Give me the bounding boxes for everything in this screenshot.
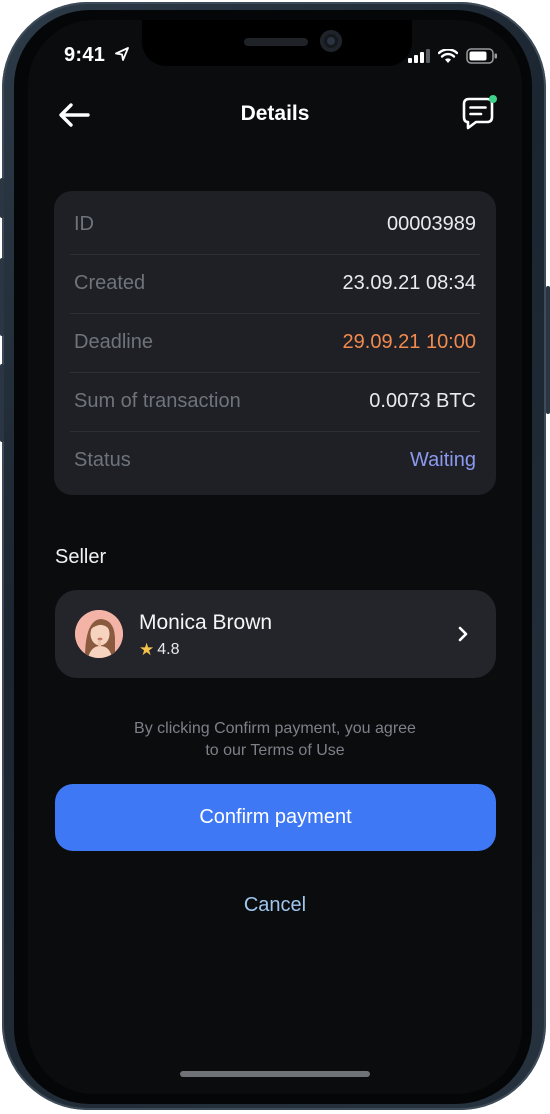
- side-button-power: [546, 286, 550, 414]
- page-title: Details: [240, 102, 310, 125]
- battery-icon: [466, 48, 497, 64]
- star-icon: ★: [139, 640, 155, 659]
- status-time: 9:41: [64, 44, 106, 66]
- front-camera: [320, 30, 342, 52]
- detail-row-status: Status Waiting: [74, 431, 476, 490]
- status-indicators: [408, 48, 498, 64]
- side-button-volume-up: [0, 258, 4, 336]
- deadline-value: 29.09.21 10:00: [342, 331, 476, 353]
- detail-label: Created: [74, 272, 146, 294]
- detail-value: 00003989: [387, 213, 476, 235]
- home-indicator[interactable]: [180, 1071, 370, 1077]
- detail-value: 23.09.21 08:34: [342, 272, 476, 294]
- notch: [142, 20, 412, 66]
- detail-label: ID: [74, 213, 94, 235]
- seller-card[interactable]: Monica Brown ★ 4.8: [55, 590, 496, 678]
- detail-label: Status: [74, 449, 131, 471]
- side-button-silent: [0, 178, 4, 218]
- seller-rating: ★ 4.8: [139, 640, 180, 660]
- detail-row-created: Created 23.09.21 08:34: [74, 254, 476, 313]
- wifi-icon: [438, 48, 458, 63]
- detail-value: 0.0073 BTC: [369, 390, 476, 412]
- transaction-details-card: ID 00003989 Created 23.09.21 08:34 Deadl…: [54, 191, 496, 495]
- detail-label: Deadline: [74, 331, 153, 353]
- cancel-button[interactable]: Cancel: [28, 894, 522, 917]
- seller-section-title: Seller: [55, 546, 107, 568]
- terms-line-2: to our Terms of Use: [205, 742, 345, 759]
- confirm-payment-button[interactable]: Confirm payment: [55, 784, 496, 851]
- notification-dot-icon: [489, 95, 497, 103]
- chevron-right-icon[interactable]: [456, 624, 470, 644]
- detail-row-id: ID 00003989: [74, 195, 476, 254]
- chat-icon[interactable]: [458, 94, 498, 134]
- side-button-volume-down: [0, 364, 4, 442]
- terms-notice: By clicking Confirm payment, you agree t…: [28, 718, 522, 762]
- detail-label: Sum of transaction: [74, 390, 241, 412]
- seller-photo: [75, 610, 123, 658]
- cellular-signal-icon: [408, 49, 430, 63]
- status-badge: Waiting: [410, 449, 476, 471]
- avatar: [75, 610, 123, 658]
- rating-value: 4.8: [157, 641, 180, 658]
- seller-name: Monica Brown: [139, 611, 273, 634]
- app-screen: 9:41 Details ID 00003989 Created 23.09.2…: [28, 20, 522, 1094]
- location-arrow-icon: [115, 47, 129, 61]
- terms-line-1: By clicking Confirm payment, you agree: [134, 720, 416, 737]
- detail-row-deadline: Deadline 29.09.21 10:00: [74, 313, 476, 372]
- speaker-grille: [244, 38, 308, 46]
- detail-row-sum: Sum of transaction 0.0073 BTC: [74, 372, 476, 431]
